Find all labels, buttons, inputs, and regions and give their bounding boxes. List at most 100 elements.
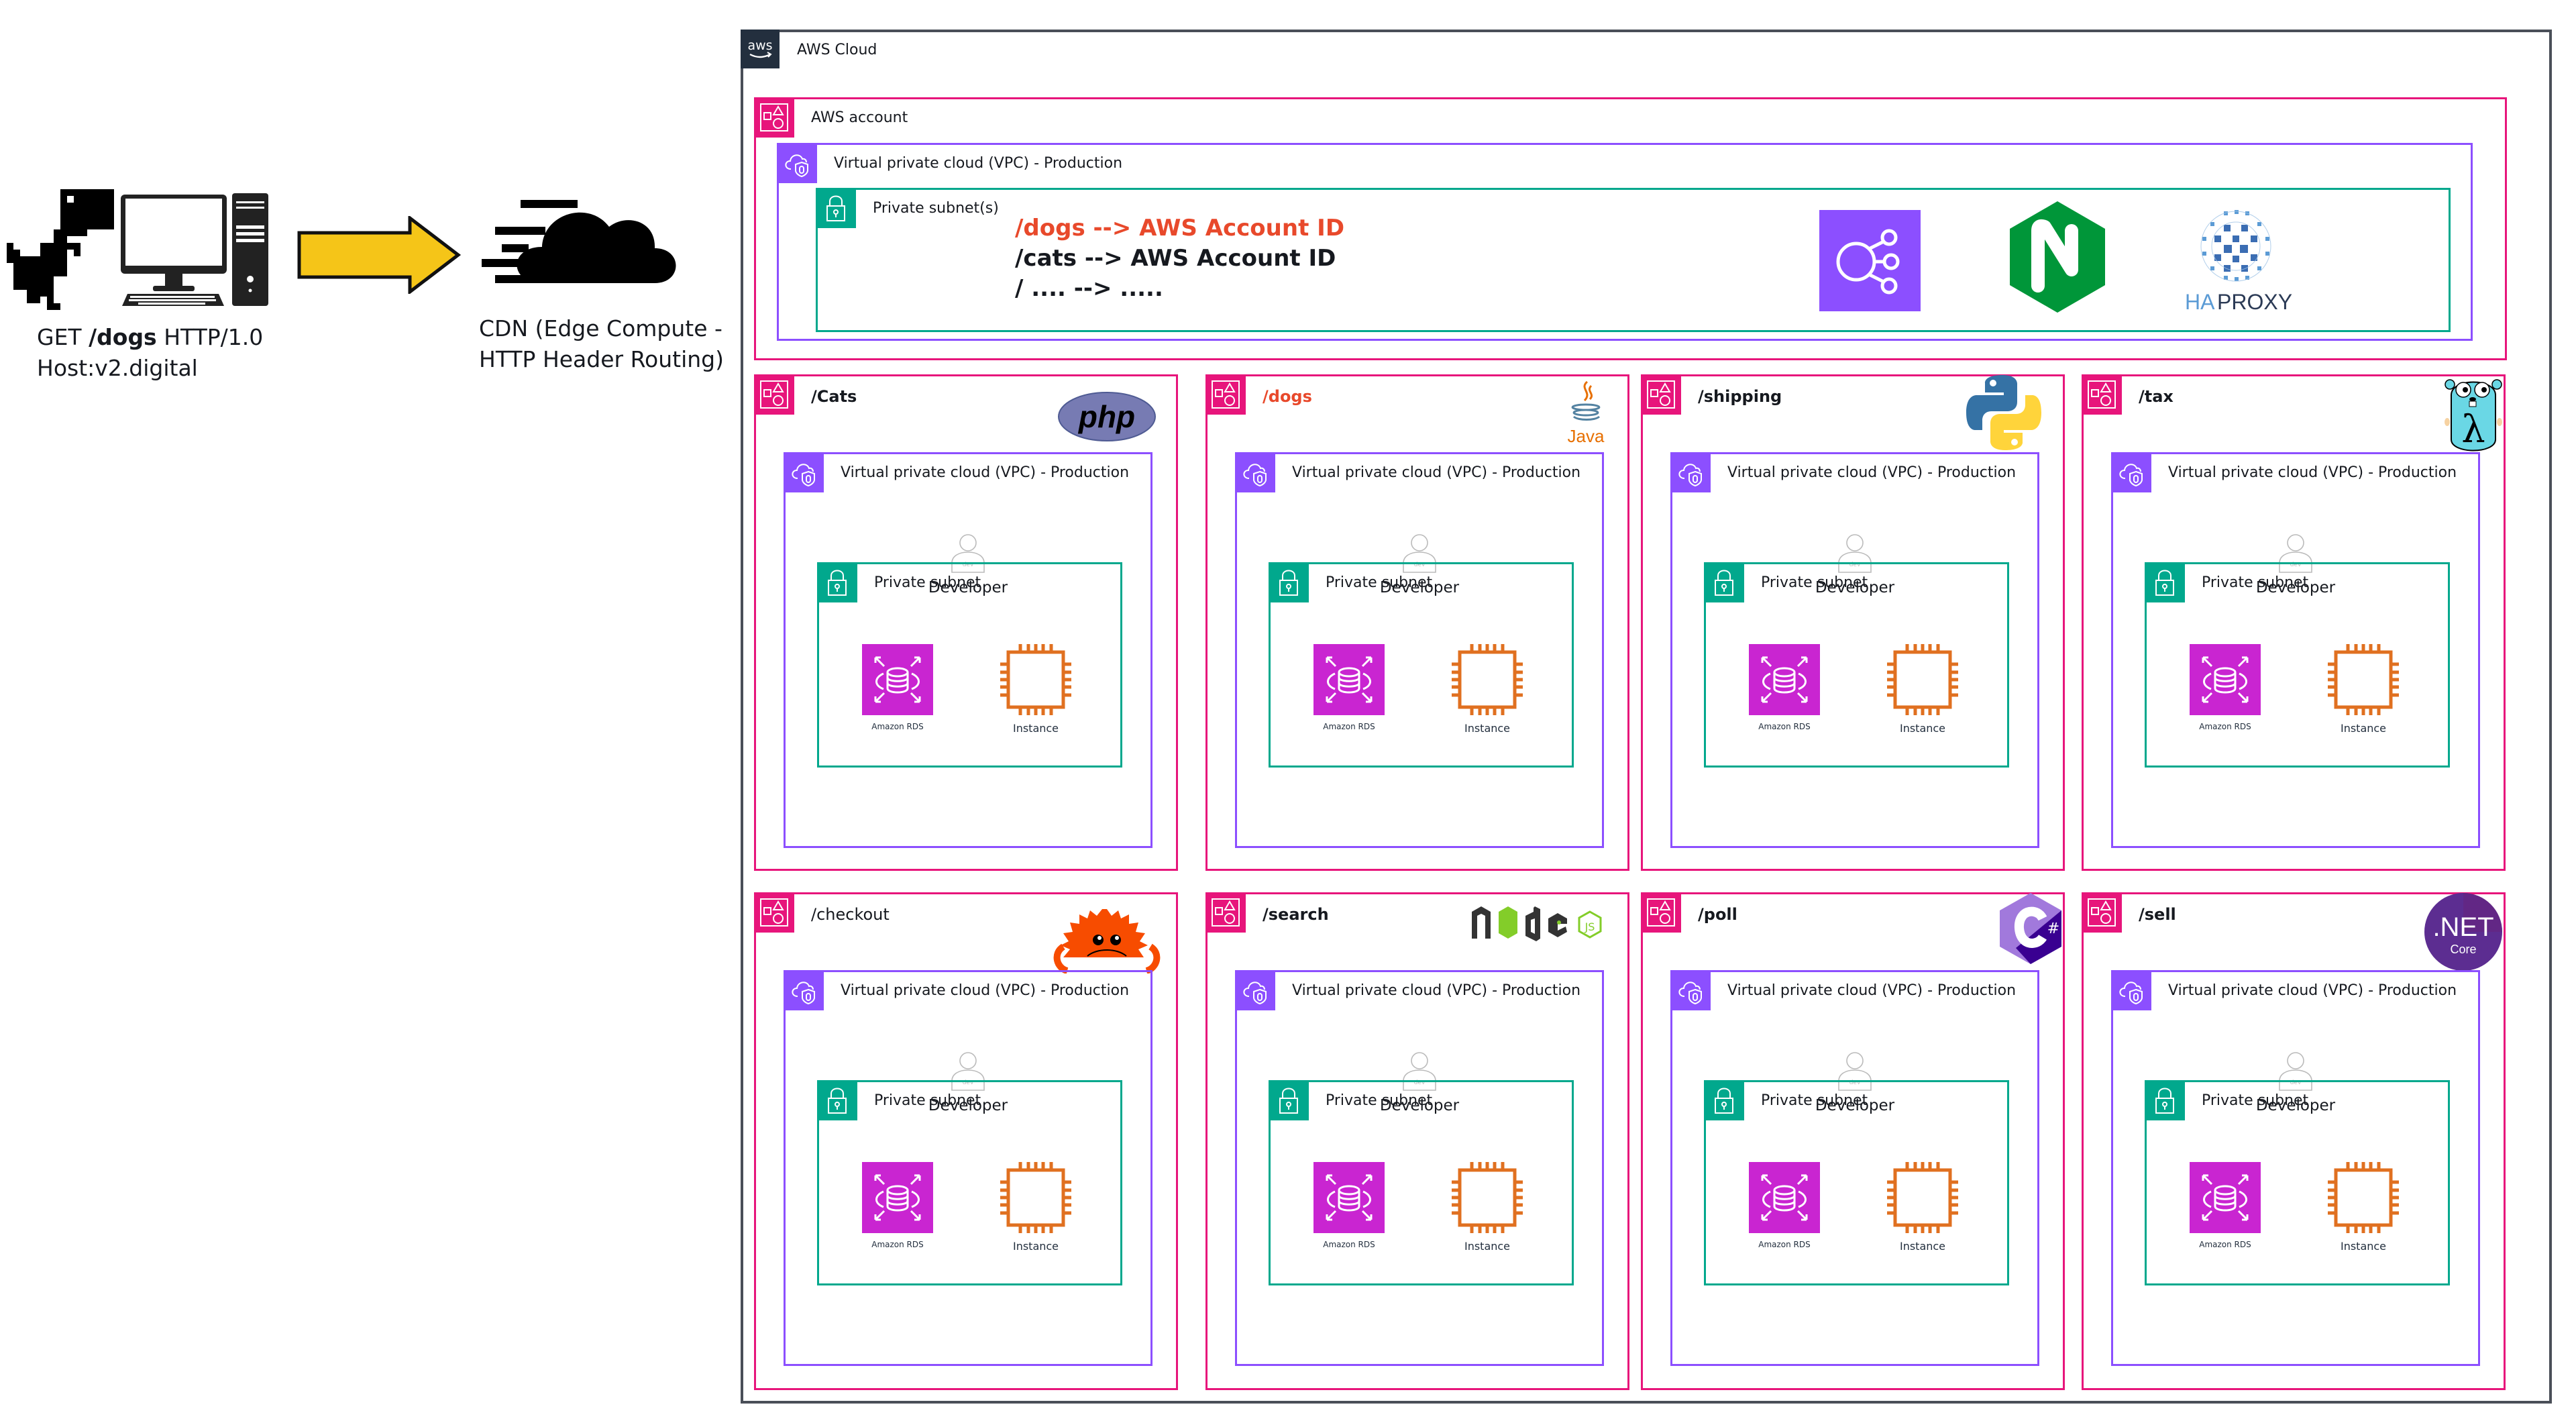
vpc-label: Virtual private cloud (VPC) - Production [1727,464,2017,481]
rds-database[interactable]: Amazon RDS [1749,1162,1820,1249]
service-path-label: /poll [1698,905,1737,924]
service-account-search: /search JS Virtual private cloud (VPC) -… [1205,892,1629,1390]
rds-database[interactable]: Amazon RDS [1313,644,1385,731]
vpc-icon [1670,452,1711,492]
rust-logo-icon [1050,906,1164,976]
subnet-label: Private subnet [874,574,981,591]
vpc-label: Virtual private cloud (VPC) - Production [841,464,1130,481]
ec2-instance[interactable]: Instance [1000,644,1071,735]
amazon-rds-icon [1749,1162,1820,1233]
subnet-label: Private subnet(s) [873,200,999,217]
subnet-label: Private subnet [1761,1092,1868,1109]
svg-text:JS: JS [1585,920,1595,933]
service-account-checkout: /checkout Virtual private cloud (VPC) - … [754,892,1178,1390]
ec2-instance[interactable]: Instance [1452,1162,1523,1253]
svg-text:php: php [1077,399,1135,434]
vpc-icon [2111,452,2151,492]
rds-database[interactable]: Amazon RDS [2190,1162,2261,1249]
instance-label: Instance [2340,1240,2387,1253]
request-protocol: HTTP/1.0 [164,324,264,350]
subnet-lock-icon [2145,1080,2185,1120]
svg-text:λ: λ [2461,408,2485,452]
service-subnet-group: Private subnet Amazon RDS Instance [1704,562,2009,768]
ec2-instance[interactable]: Instance [1887,644,1958,735]
service-vpc-group: Virtual private cloud (VPC) - Production… [2111,970,2480,1366]
ec2-instance-icon [1452,644,1523,715]
service-account-sell: /sell .NET Core Virtual private cloud (VP… [2082,892,2506,1390]
rds-label: Amazon RDS [2199,722,2251,731]
subnet-label: Private subnet [874,1092,981,1109]
csharp-logo-icon: # [1998,892,2063,968]
subnet-lock-icon [1704,1080,1744,1120]
route-rule-other: / .... --> ..... [1015,275,1163,302]
svg-text:#: # [2047,920,2059,937]
nginx-icon [2010,201,2105,313]
java-logo-icon: Java [1564,379,1607,449]
vpc-icon [1235,452,1275,492]
nodejs-logo-icon: JS [1466,892,1627,948]
account-icon [2082,892,2122,933]
aws-logo-icon: aws [741,30,780,68]
account-icon [1205,374,1246,415]
account-icon [1641,374,1681,415]
service-vpc-group: Virtual private cloud (VPC) - Production… [2111,452,2480,848]
subnet-lock-icon [1704,562,1744,602]
service-path-label: /dogs [1263,387,1312,406]
subnet-label: Private subnet [2202,574,2309,591]
ec2-instance-icon [1887,644,1958,715]
rds-label: Amazon RDS [1758,722,1811,731]
ec2-instance[interactable]: Instance [1452,644,1523,735]
account-icon [754,374,794,415]
svg-text:aws: aws [747,38,772,53]
subnet-lock-icon [817,562,857,602]
rds-database[interactable]: Amazon RDS [2190,644,2261,731]
amazon-rds-icon [2190,644,2261,715]
host-header: Host:v2.digital [37,355,198,381]
rds-label: Amazon RDS [2199,1240,2251,1249]
instance-label: Instance [1464,1240,1511,1253]
rds-database[interactable]: Amazon RDS [862,1162,933,1249]
instance-label: Instance [1899,722,1946,735]
service-vpc-group: Virtual private cloud (VPC) - Production… [1235,970,1604,1366]
subnet-label: Private subnet [1326,1092,1433,1109]
rds-database[interactable]: Amazon RDS [1749,644,1820,731]
subnet-lock-icon [2145,562,2185,602]
instance-label: Instance [2340,722,2387,735]
python-logo-icon [1964,372,2044,456]
go-logo-icon: λ [2445,375,2502,458]
subnet-lock-icon [817,1080,857,1120]
aws-account-label: AWS account [811,109,908,126]
dinosaur-icon [7,189,114,310]
service-subnet-group: Private subnet Amazon RDS Instance [1269,562,1574,768]
haproxy-icon: HA PROXY [2185,210,2292,314]
service-vpc-group: Virtual private cloud (VPC) - Production… [784,452,1152,848]
request-path: /dogs [89,324,157,350]
service-account-dogs: /dogs Java Virtual private cloud (VPC) -… [1205,374,1629,871]
ec2-instance-icon [2328,644,2399,715]
vpc-icon [1670,970,1711,1010]
svg-text:Java: Java [1568,426,1605,446]
service-path-label: /Cats [811,387,857,406]
rds-database[interactable]: Amazon RDS [1313,1162,1385,1249]
service-subnet-group: Private subnet Amazon RDS Instance [817,562,1122,768]
ec2-instance[interactable]: Instance [2328,1162,2399,1253]
vpc-label: Virtual private cloud (VPC) - Production [1292,982,1581,999]
rds-label: Amazon RDS [871,1240,924,1249]
route-rule-cats: /cats --> AWS Account ID [1015,245,1336,272]
subnet-label: Private subnet [2202,1092,2309,1109]
ec2-instance[interactable]: Instance [1000,1162,1071,1253]
service-subnet-group: Private subnet Amazon RDS Instance [2145,1080,2450,1285]
request-line: GET /dogs HTTP/1.0 [37,322,263,353]
vpc-icon [1235,970,1275,1010]
vpc-icon [777,143,817,183]
ec2-instance-icon [2328,1162,2399,1233]
rds-database[interactable]: Amazon RDS [862,644,933,731]
rds-label: Amazon RDS [1323,1240,1375,1249]
vpc-icon [784,970,824,1010]
ec2-instance[interactable]: Instance [2328,644,2399,735]
ec2-instance[interactable]: Instance [1887,1162,1958,1253]
ec2-instance-icon [1452,1162,1523,1233]
service-path-label: /search [1263,905,1329,924]
desktop-computer-icon [121,193,268,306]
amazon-rds-icon [862,644,933,715]
